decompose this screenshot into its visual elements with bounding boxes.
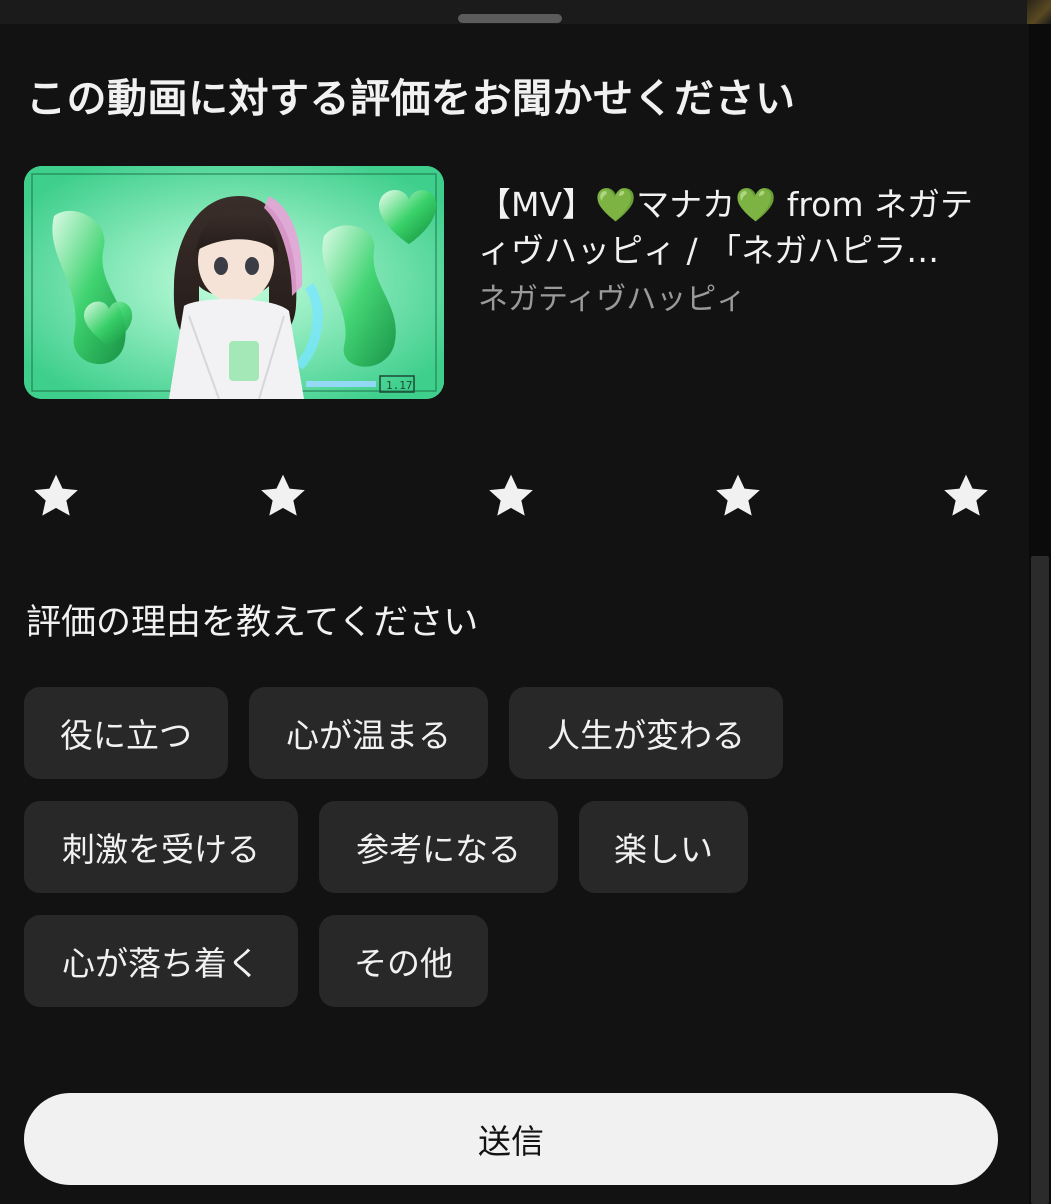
reason-chip-fun[interactable]: 楽しい <box>579 801 748 893</box>
star-icon <box>489 474 533 516</box>
star-rating <box>28 468 994 524</box>
video-thumbnail[interactable]: 1.17 <box>24 166 444 399</box>
video-title[interactable]: 【MV】💚マナカ💚 from ネガティヴハッピィ / 「ネガハピラ… <box>478 182 998 274</box>
scrollbar-thumb[interactable] <box>1031 556 1049 1204</box>
reason-chip-other[interactable]: その他 <box>319 915 488 1007</box>
reason-chip-life-changing[interactable]: 人生が変わる <box>509 687 783 779</box>
reason-chip-informative[interactable]: 参考になる <box>319 801 558 893</box>
green-heart-icon: 💚 <box>735 185 777 224</box>
video-title-prefix: 【MV】 <box>478 185 596 224</box>
star-4-button[interactable] <box>710 468 766 524</box>
sheet-drag-handle[interactable] <box>458 14 562 23</box>
background-corner <box>1027 0 1051 24</box>
reason-heading: 評価の理由を教えてください <box>26 603 479 643</box>
channel-name: ネガティヴハッピィ <box>478 282 747 317</box>
reason-chip-heartwarming[interactable]: 心が温まる <box>249 687 488 779</box>
reason-chip-useful[interactable]: 役に立つ <box>24 687 228 779</box>
svg-text:1.17: 1.17 <box>386 379 413 392</box>
star-5-button[interactable] <box>938 468 994 524</box>
submit-button[interactable]: 送信 <box>24 1093 998 1185</box>
reason-chip-calming[interactable]: 心が落ち着く <box>24 915 298 1007</box>
video-title-name: マナカ <box>636 185 736 224</box>
star-icon <box>716 474 760 516</box>
music-video-thumbnail-image: 1.17 <box>24 166 444 399</box>
star-icon <box>34 474 78 516</box>
green-heart-icon: 💚 <box>595 185 637 224</box>
star-icon <box>261 474 305 516</box>
star-3-button[interactable] <box>483 468 539 524</box>
reason-chip-inspiring[interactable]: 刺激を受ける <box>24 801 298 893</box>
dialog-title: この動画に対する評価をお聞かせください <box>26 76 796 122</box>
star-icon <box>944 474 988 516</box>
star-2-button[interactable] <box>255 468 311 524</box>
star-1-button[interactable] <box>28 468 84 524</box>
